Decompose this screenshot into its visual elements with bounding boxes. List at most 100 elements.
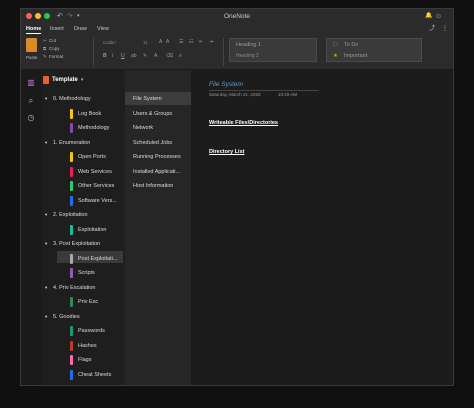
section-item[interactable]: Hashes [78, 342, 97, 350]
onenote-window: ↶ ↷ ▾ OneNote 🔔 ☺ Home Insert Draw View … [20, 8, 454, 386]
section-item[interactable]: Flags [78, 356, 91, 364]
section-item[interactable]: Other Services [78, 182, 114, 190]
divider [93, 38, 94, 66]
tab-home[interactable]: Home [26, 25, 42, 34]
section-item[interactable]: Passwords [78, 327, 105, 335]
section-color-tab [70, 224, 73, 235]
tab-draw[interactable]: Draw [74, 25, 87, 33]
notebook-icon [43, 75, 49, 84]
section-item[interactable]: Open Ports [78, 153, 106, 161]
section-item[interactable]: Log Book [78, 110, 101, 118]
search-icon[interactable]: ⌕ [25, 95, 37, 107]
chevron-down-icon[interactable]: ▾ [45, 211, 47, 219]
page-date: Saturday, March 21, 2020 [209, 92, 261, 97]
font-size-select[interactable]: 11 [143, 40, 148, 46]
section-item[interactable]: Exploitation [78, 226, 106, 234]
section-group-label[interactable]: 3. Post Exploitation [53, 240, 100, 248]
chevron-down-icon[interactable]: ▾ [45, 95, 47, 103]
notifications-icon[interactable]: 🔔 [425, 11, 432, 22]
copy-icon: ⧉ [43, 46, 47, 51]
align-icon[interactable]: ≡ [179, 53, 182, 60]
section-color-tab [70, 340, 73, 351]
page-item[interactable]: Installed Applicati... [133, 168, 180, 176]
outdent-icon[interactable]: ⇤ [199, 39, 203, 46]
paste-icon[interactable] [26, 38, 37, 52]
notebook-title: Template [52, 76, 78, 83]
title-underline [209, 90, 319, 91]
tag-important[interactable]: Important [344, 53, 367, 59]
notebooks-icon[interactable]: ▥ [25, 77, 37, 89]
format-painter-button[interactable]: Format [49, 54, 63, 60]
title-bar: ↶ ↷ ▾ OneNote 🔔 ☺ [21, 9, 453, 24]
style-heading-2[interactable]: Heading 2 [236, 53, 259, 59]
section-group-label[interactable]: 5. Goodies [53, 313, 80, 321]
cut-button[interactable]: Cut [49, 38, 56, 44]
section-group-label[interactable]: 0. Methodology [53, 95, 91, 103]
increase-font-size-icon[interactable]: A [159, 39, 162, 46]
page-title[interactable]: File System [209, 81, 243, 88]
section-item[interactable]: Software Vers... [78, 197, 117, 205]
section-color-tab [70, 369, 73, 380]
section-item[interactable]: Post Exploitati... [78, 255, 117, 263]
section-color-tab [70, 355, 73, 365]
section-item[interactable]: Methodology [78, 124, 110, 132]
ribbon-tabs: Home Insert Draw View ⤴ ⋮ [21, 24, 453, 34]
todo-checkbox-icon: ☐ [333, 42, 338, 48]
section-group-label[interactable]: 4. Priv Escalation [53, 284, 96, 292]
heading-writeable-files[interactable]: Writeable Files\Directories [209, 120, 278, 126]
section-color-tab [70, 297, 73, 307]
numbering-icon[interactable]: ☷ [189, 39, 193, 46]
tag-todo[interactable]: To Do [344, 42, 358, 48]
account-icon[interactable]: ☺ [435, 11, 442, 22]
page-item[interactable]: Host Information [133, 182, 173, 190]
heading-directory-list[interactable]: Directory List [209, 149, 244, 155]
section-color-tab [70, 181, 73, 191]
bold-icon[interactable]: B [103, 53, 107, 60]
tags-gallery[interactable]: ☐ To Do ★ Important [326, 38, 422, 62]
page-item[interactable]: Scheduled Jobs [133, 139, 172, 147]
copy-button[interactable]: Copy [49, 46, 60, 52]
scissors-icon: ✂ [43, 38, 47, 43]
recent-notes-icon[interactable]: ◷ [25, 112, 37, 124]
font-color-icon[interactable]: A [154, 53, 157, 60]
indent-icon[interactable]: ⇥ [209, 39, 213, 46]
divider [223, 38, 224, 66]
strikethrough-icon[interactable]: ab [131, 53, 137, 60]
notebook-selector[interactable]: Template ▾ [43, 74, 83, 85]
window-title: OneNote [223, 13, 251, 20]
page-item[interactable]: Running Processes [133, 153, 181, 161]
more-options-icon[interactable]: ⋮ [442, 25, 448, 33]
pages-pane: File System Users & Groups Network Schedule… [125, 70, 191, 385]
decrease-font-size-icon[interactable]: A [166, 39, 169, 46]
chevron-down-icon[interactable]: ▾ [45, 313, 47, 321]
bullets-icon[interactable]: ☰ [179, 39, 183, 46]
chevron-down-icon[interactable]: ▾ [45, 284, 47, 292]
section-item[interactable]: Scripts [78, 269, 95, 277]
section-color-tab [70, 108, 73, 119]
style-heading-1[interactable]: Heading 1 [236, 42, 261, 48]
tab-view[interactable]: View [97, 25, 109, 33]
section-item[interactable]: Web Services [78, 168, 112, 176]
page-item[interactable]: Network [133, 124, 153, 132]
section-group-label[interactable]: 2. Exploitation [53, 211, 88, 219]
clear-formatting-icon[interactable]: ⌫ [166, 53, 173, 60]
section-color-tab [70, 123, 73, 133]
italic-icon[interactable]: I [112, 53, 113, 60]
highlight-icon[interactable]: ✎ [143, 53, 147, 60]
underline-icon[interactable]: U [121, 53, 125, 60]
navigation-rail: ▥ ⌕ ◷ [21, 70, 41, 385]
section-item[interactable]: Cheat Sheets [78, 371, 111, 379]
page-canvas[interactable]: File System Saturday, March 21, 2020 10:… [191, 70, 453, 385]
page-item[interactable]: Users & Groups [133, 110, 172, 118]
font-family-select[interactable]: Calibri [103, 40, 116, 46]
styles-gallery[interactable]: Heading 1 Heading 2 [229, 38, 317, 62]
page-item[interactable]: File System [133, 95, 162, 103]
tab-insert[interactable]: Insert [50, 25, 64, 33]
section-group-label[interactable]: 1. Enumeration [53, 139, 90, 147]
paste-label[interactable]: Paste [26, 55, 38, 61]
brush-icon: ✎ [43, 54, 47, 59]
chevron-down-icon[interactable]: ▾ [45, 240, 47, 248]
share-icon[interactable]: ⤴ [429, 25, 435, 33]
section-item[interactable]: Priv Esc [78, 298, 98, 306]
chevron-down-icon[interactable]: ▾ [45, 139, 47, 147]
